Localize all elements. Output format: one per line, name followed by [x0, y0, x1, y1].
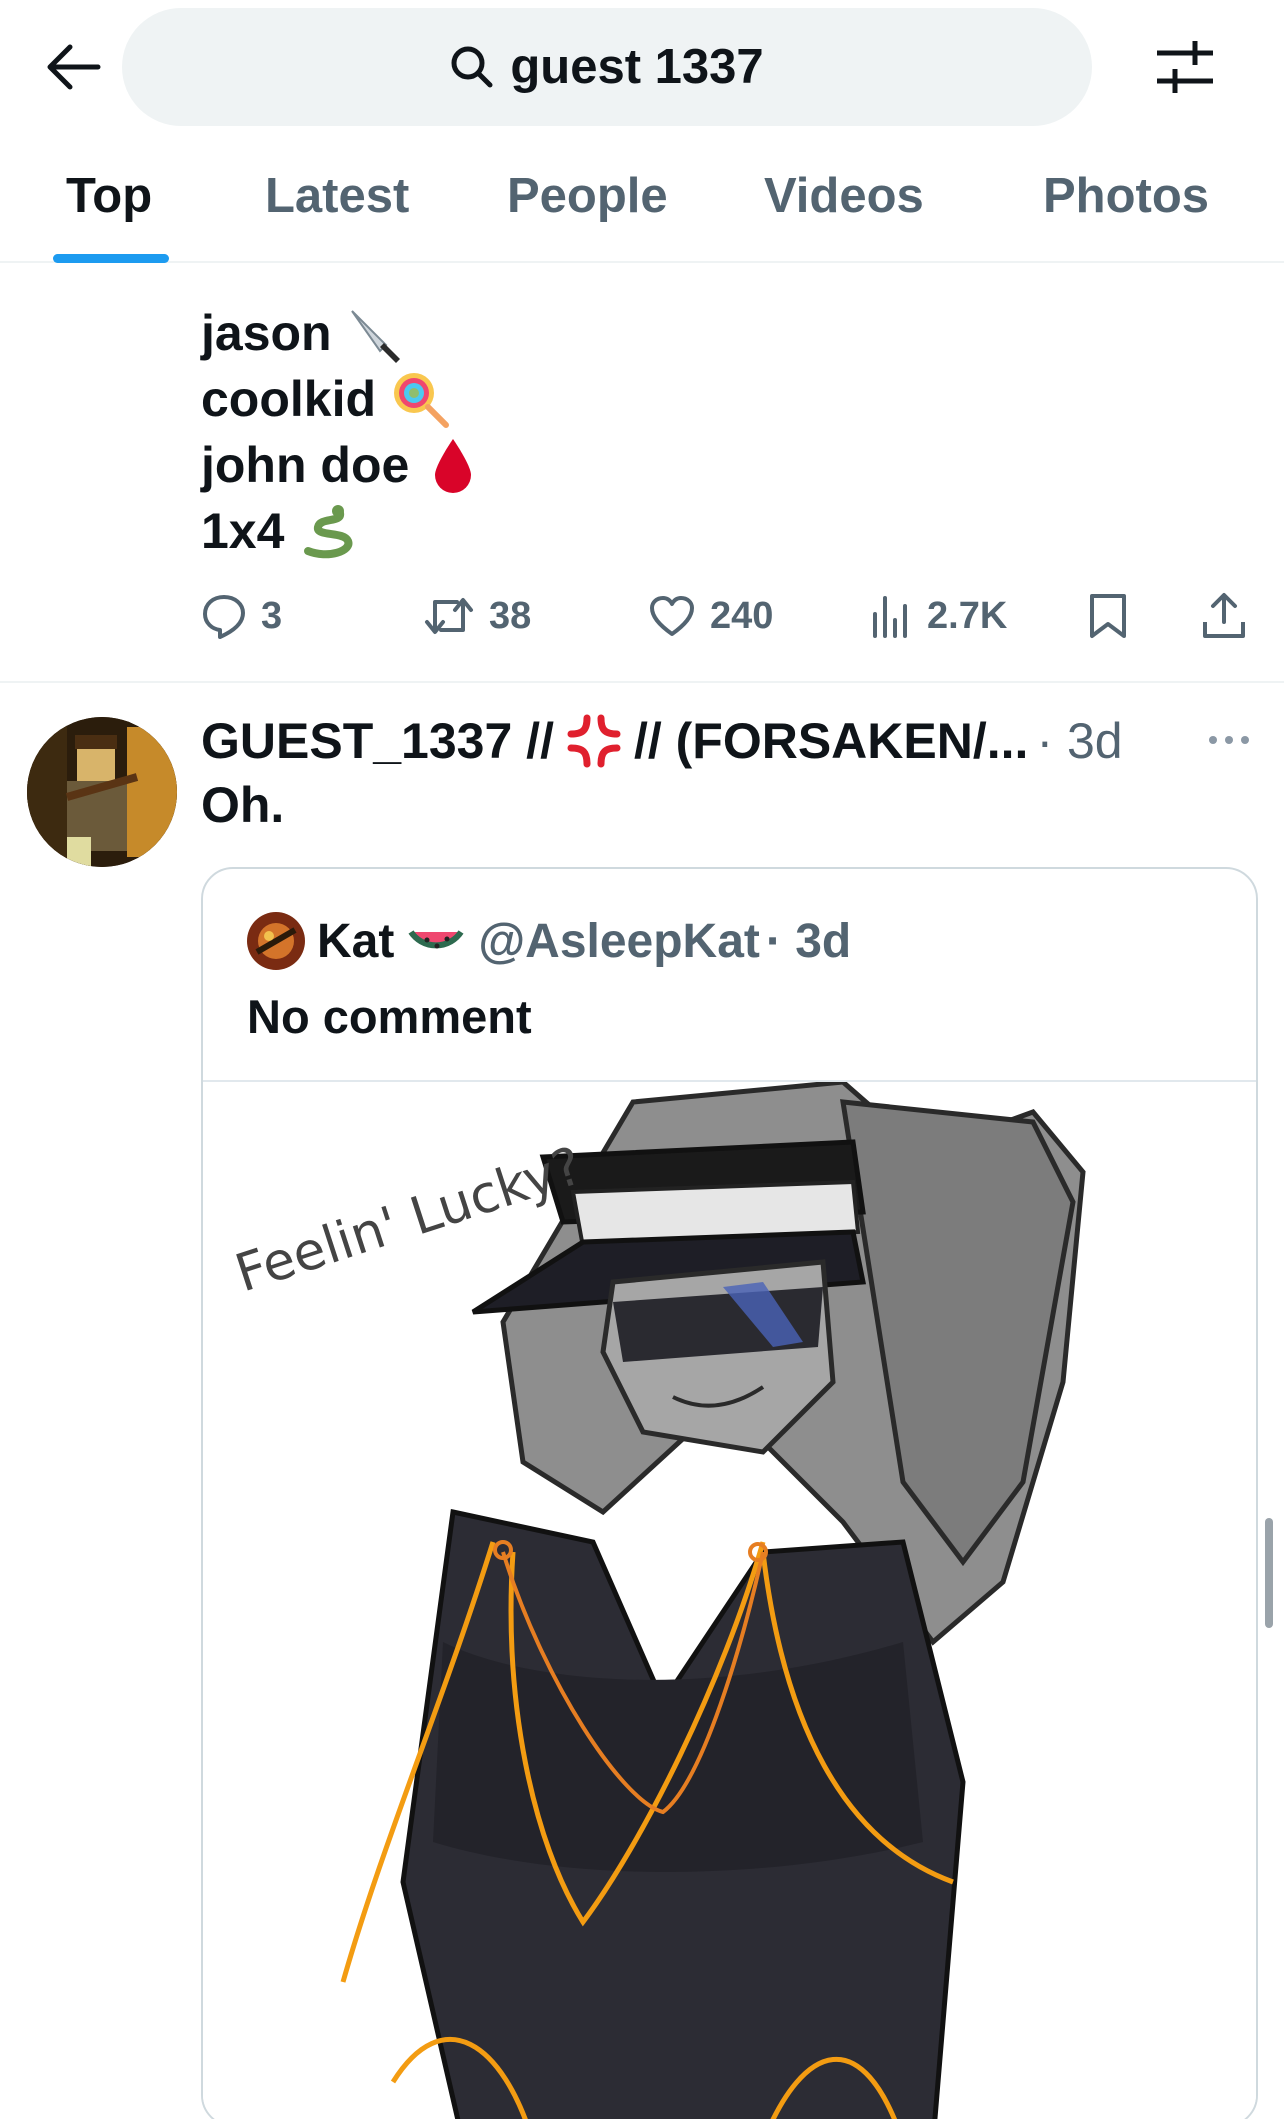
share-button[interactable] [1201, 584, 1247, 648]
quote-author-handle: @AsleepKat [478, 914, 760, 968]
tab-latest[interactable]: Latest [265, 168, 409, 224]
tweet-author[interactable]: GUEST_1337 // // (FORSAKEN/... · 3d [201, 708, 1123, 774]
more-icon [1209, 736, 1249, 744]
quote-text: No comment [247, 990, 532, 1043]
tweet-actions: 3 38 240 2.7K [201, 584, 1261, 648]
reply-count: 3 [261, 594, 283, 637]
tweet-time[interactable]: · 3d [1036, 712, 1122, 770]
author-name-suffix: // (FORSAKEN/... [633, 713, 1029, 769]
tab-photos[interactable]: Photos [1043, 168, 1209, 224]
bookmark-icon [1090, 594, 1126, 638]
search-tabs: Top Latest People Videos Photos [0, 150, 1284, 263]
views-icon [873, 596, 907, 638]
quote-author-name: Kat [317, 914, 395, 968]
heart-icon [650, 596, 694, 636]
back-button[interactable] [40, 34, 106, 100]
retweet-button[interactable]: 38 [423, 584, 531, 648]
lollipop-icon [390, 369, 450, 429]
avatar[interactable] [27, 717, 177, 867]
tweet-line: jason [201, 300, 483, 366]
arrow-left-icon [47, 44, 101, 90]
anger-symbol-icon [564, 711, 624, 771]
sliders-icon [1157, 41, 1213, 93]
tab-videos[interactable]: Videos [764, 168, 924, 224]
quote-author: Kat @AsleepKat · 3d [247, 911, 851, 971]
tweet-line: coolkid [201, 366, 483, 432]
search-icon [451, 46, 493, 88]
tweet-text: jason coolkid john doe 1x4 [201, 300, 483, 564]
tweet-line: john doe [201, 432, 483, 498]
quote-avatar [247, 912, 305, 970]
retweet-icon [425, 598, 473, 634]
view-count: 2.7K [927, 594, 1008, 637]
author-name: GUEST_1337 // [201, 713, 554, 769]
search-input[interactable]: guest 1337 [122, 8, 1092, 126]
tab-people[interactable]: People [507, 168, 668, 224]
tweet-divider [0, 681, 1284, 683]
like-button[interactable]: 240 [648, 584, 773, 648]
quote-time: · 3d [765, 914, 852, 968]
drop-of-blood-icon [423, 435, 483, 495]
tab-top[interactable]: Top [66, 168, 152, 224]
reply-button[interactable]: 3 [201, 584, 282, 648]
reply-icon [203, 595, 245, 639]
scrollbar[interactable] [1265, 1518, 1273, 1628]
views-button[interactable]: 2.7K [871, 584, 1007, 648]
tweet-line: 1x4 [201, 498, 483, 564]
share-icon [1203, 593, 1245, 638]
bookmark-button[interactable] [1088, 584, 1128, 648]
retweet-count: 38 [489, 594, 532, 637]
knife-icon [346, 303, 406, 363]
tweet-text: Oh. [201, 777, 285, 833]
watermelon-icon [406, 911, 466, 971]
search-settings-button[interactable] [1150, 32, 1220, 102]
search-query: guest 1337 [510, 40, 764, 94]
search-header: guest 1337 [0, 0, 1284, 130]
quote-image[interactable]: Feelin' Lucky? [203, 1079, 1256, 2119]
like-count: 240 [710, 594, 774, 637]
snake-icon [298, 501, 358, 561]
quoted-tweet[interactable]: Kat @AsleepKat · 3d No comment Feelin' L… [201, 867, 1258, 2119]
more-button[interactable] [1204, 720, 1254, 760]
active-tab-indicator [53, 254, 169, 263]
